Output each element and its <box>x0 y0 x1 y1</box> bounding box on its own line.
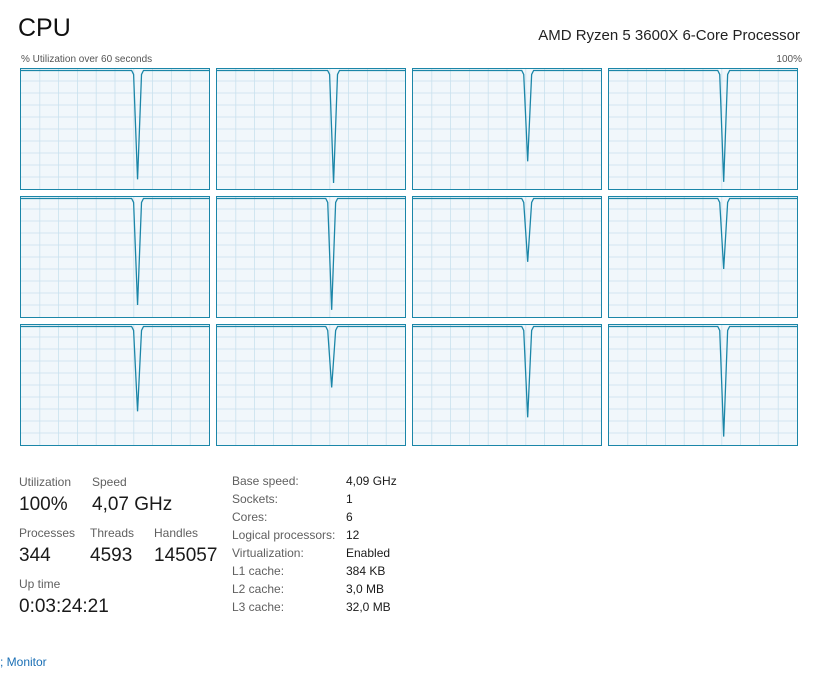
threads-label: Threads <box>90 526 135 540</box>
utilization-axis-max: 100% <box>776 54 802 65</box>
utilization-axis-label: % Utilization over 60 seconds <box>21 54 153 65</box>
info-value: 32,0 MB <box>346 600 391 614</box>
cpu-graph <box>20 196 210 318</box>
cpu-graph-plot <box>609 197 797 317</box>
cpu-graph-plot <box>21 325 209 445</box>
info-key: Virtualization: <box>232 546 304 560</box>
cpu-graph-plot <box>609 325 797 445</box>
processes-label: Processes <box>19 526 76 540</box>
utilization-value: 100% <box>19 494 68 515</box>
info-value: 4,09 GHz <box>346 474 397 488</box>
cpu-graph <box>608 68 798 190</box>
processes-value: 344 <box>19 545 51 566</box>
cpu-graph-plot <box>217 325 405 445</box>
cpu-graph-plot <box>21 197 209 317</box>
handles-value: 145057 <box>154 545 218 566</box>
resource-monitor-link[interactable]: ; Monitor <box>0 655 47 669</box>
info-value: 1 <box>346 492 353 506</box>
logical-processor-graphs[interactable] <box>20 68 802 450</box>
info-value: 3,0 MB <box>346 582 385 596</box>
cpu-graph-plot <box>609 69 797 189</box>
cpu-graph <box>216 196 406 318</box>
utilization-label: Utilization <box>19 475 72 489</box>
cpu-graph-plot <box>217 69 405 189</box>
cpu-graph-plot <box>21 69 209 189</box>
cpu-graph-plot <box>217 197 405 317</box>
uptime-value: 0:03:24:21 <box>19 596 109 617</box>
cpu-graph-plot <box>413 197 601 317</box>
info-value: Enabled <box>346 546 391 560</box>
uptime-label: Up time <box>19 577 61 591</box>
speed-value: 4,07 GHz <box>92 494 173 515</box>
cpu-graph <box>412 324 602 446</box>
processor-name: AMD Ryzen 5 3600X 6-Core Processor <box>538 27 800 44</box>
info-key: Cores: <box>232 510 268 524</box>
speed-label: Speed <box>92 475 127 489</box>
cpu-graph-plot <box>413 69 601 189</box>
cpu-graph-plot <box>413 325 601 445</box>
cpu-graph <box>216 68 406 190</box>
cpu-graph <box>412 196 602 318</box>
cpu-graph <box>412 68 602 190</box>
info-key: Base speed: <box>232 474 299 488</box>
page-title: CPU <box>18 14 71 42</box>
info-key: Sockets: <box>232 492 279 506</box>
cpu-graph <box>216 324 406 446</box>
cpu-graph <box>20 324 210 446</box>
info-key: L1 cache: <box>232 564 285 578</box>
info-key: L3 cache: <box>232 600 285 614</box>
info-value: 6 <box>346 510 353 524</box>
cpu-graph <box>20 68 210 190</box>
cpu-graph <box>608 196 798 318</box>
handles-label: Handles <box>154 526 199 540</box>
cpu-graph <box>608 324 798 446</box>
info-value: 384 KB <box>346 564 386 578</box>
info-key: Logical processors: <box>232 528 336 542</box>
threads-value: 4593 <box>90 545 133 566</box>
info-key: L2 cache: <box>232 582 285 596</box>
info-value: 12 <box>346 528 360 542</box>
